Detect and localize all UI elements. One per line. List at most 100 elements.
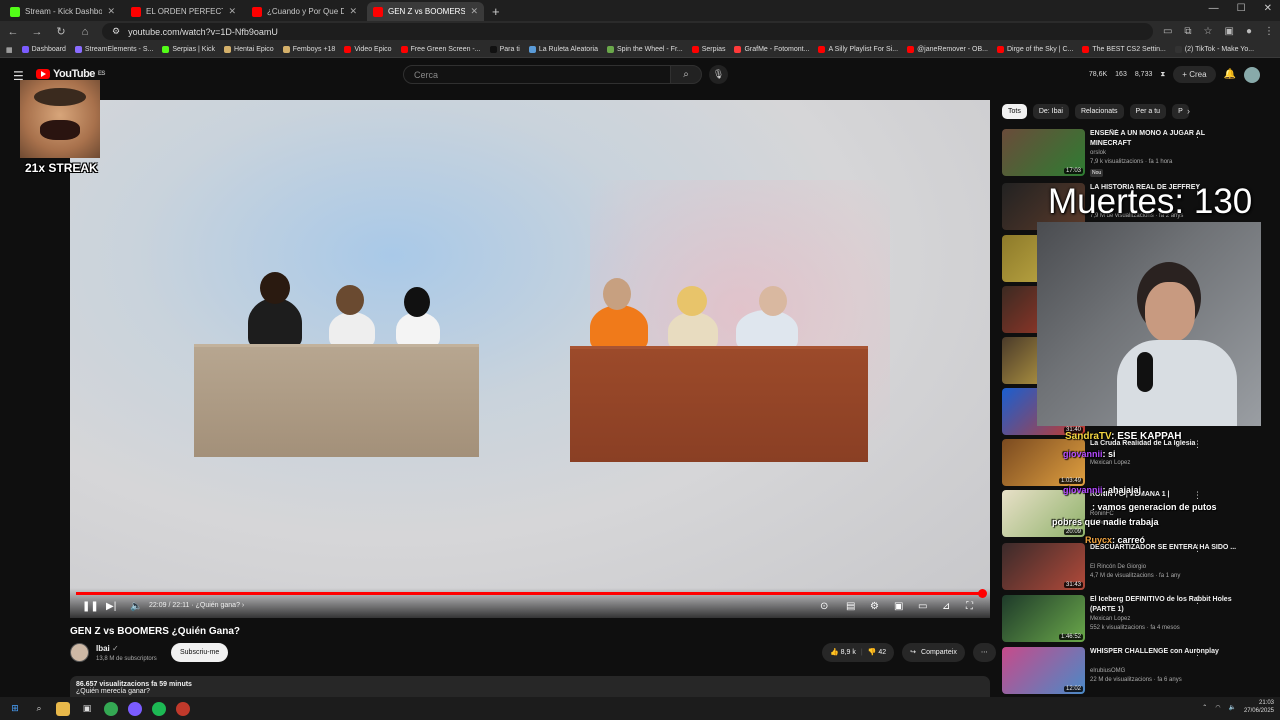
video-menu-icon[interactable]: ⋮ <box>1193 490 1202 501</box>
video-menu-icon[interactable]: ⋮ <box>1193 647 1202 658</box>
related-video-channel[interactable]: Mexican Lopez <box>1090 616 1130 622</box>
task-view-icon[interactable]: ▣ <box>80 702 94 716</box>
video-menu-icon[interactable]: ⋮ <box>1193 129 1202 140</box>
search-input[interactable]: Cerca <box>403 65 671 84</box>
back-icon[interactable]: ← <box>6 26 20 38</box>
bookmark-item[interactable]: Video Epico <box>344 46 392 53</box>
next-icon[interactable]: ▶| <box>106 601 116 612</box>
bookmark-item[interactable]: (2) TikTok - Make Yo... <box>1174 46 1254 53</box>
bookmark-item[interactable]: Hentai Epico <box>224 46 274 53</box>
subtitles-icon[interactable]: ▤ <box>846 601 855 612</box>
bookmark-item[interactable]: A Silly Playlist For Si... <box>818 46 898 53</box>
url-field[interactable]: ⚙ youtube.com/watch?v=1D-Nfb9oamU <box>102 23 1153 40</box>
file-explorer-icon[interactable] <box>56 701 70 716</box>
related-video-title[interactable]: ENSEÑÉ A UN MONO A JUGAR AL MINECRAFT <box>1090 129 1240 149</box>
discord-icon[interactable] <box>128 701 142 716</box>
tab-close-icon[interactable]: ✕ <box>470 6 478 17</box>
share-button[interactable]: ↪ Comparteix <box>902 643 965 662</box>
channel-avatar[interactable] <box>70 643 89 662</box>
volume-tray-icon[interactable]: 🔈 <box>1228 704 1235 711</box>
more-actions-button[interactable]: ⋯ <box>972 643 996 662</box>
notifications-icon[interactable]: 🔔 <box>1224 69 1236 80</box>
filter-chip[interactable]: Relacionats <box>1074 104 1124 119</box>
progress-scrubber[interactable] <box>978 589 988 598</box>
theater-mode-icon[interactable]: ▭ <box>918 601 927 612</box>
related-video-item[interactable]: 17:03 ENSEÑÉ A UN MONO A JUGAR AL MINECR… <box>1002 129 1262 177</box>
video-thumbnail[interactable]: 1:03:49 <box>1002 439 1085 486</box>
subscribe-button[interactable]: Subscriu-me <box>171 643 229 662</box>
browser-tab[interactable]: ¿Cuando y Por Que Decayeron ✕ <box>246 2 363 21</box>
wifi-icon[interactable]: ◠ <box>1215 704 1220 711</box>
fullscreen-icon[interactable]: ⛶ <box>966 601 973 612</box>
related-video-item[interactable]: 12:02 WHISPER CHALLENGE con Auronplay el… <box>1002 647 1262 695</box>
browser-menu-icon[interactable]: ⋮ <box>1264 26 1274 37</box>
search-button[interactable]: ⌕ <box>670 65 702 84</box>
bookmark-item[interactable]: Dirge of the Sky | C... <box>996 46 1073 53</box>
tab-close-icon[interactable]: ✕ <box>349 6 357 17</box>
pause-icon[interactable]: ❚❚ <box>82 601 99 612</box>
windows-start-icon[interactable]: ⊞ <box>8 702 22 716</box>
bookmark-item[interactable]: Femboys +18 <box>282 46 335 53</box>
profile-icon[interactable]: ● <box>1246 26 1252 37</box>
video-thumbnail[interactable]: 1:46:52 <box>1002 595 1085 642</box>
bookmark-item[interactable]: La Ruleta Aleatoria <box>528 46 598 53</box>
video-menu-icon[interactable]: ⋮ <box>1193 543 1202 554</box>
related-video-channel[interactable]: El Rincón De Giorgio <box>1090 564 1146 570</box>
progress-bar[interactable] <box>76 589 988 598</box>
minimize-icon[interactable]: — <box>1209 3 1219 14</box>
browser-tab[interactable]: Stream - Kick Dashboard ✕ <box>4 2 121 21</box>
related-video-channel[interactable]: orslok <box>1090 150 1106 156</box>
chrome-icon[interactable] <box>104 701 118 716</box>
forward-icon[interactable]: → <box>30 26 44 38</box>
bookmark-item[interactable]: StreamElements - S... <box>74 46 153 53</box>
dislike-button[interactable]: 👎 42 <box>868 643 886 662</box>
tab-close-icon[interactable]: ✕ <box>107 6 115 17</box>
bookmark-item[interactable]: The BEST CS2 Settin... <box>1082 46 1166 53</box>
channel-name[interactable]: Ibai <box>96 644 110 653</box>
video-thumbnail[interactable]: 31:43 <box>1002 543 1085 590</box>
create-button[interactable]: + Crea <box>1173 66 1216 83</box>
filter-chip[interactable]: De: Ibai <box>1032 104 1069 119</box>
taskbar-search-icon[interactable]: ⌕ <box>32 702 46 716</box>
cast-icon-player[interactable]: ⊿ <box>942 601 950 612</box>
video-menu-icon[interactable]: ⋮ <box>1193 595 1202 606</box>
maximize-icon[interactable]: ☐ <box>1237 3 1246 14</box>
bookmark-item[interactable]: Dashboard <box>21 46 66 53</box>
bookmark-item[interactable]: Spin the Wheel - Fr... <box>606 46 683 53</box>
related-video-item[interactable]: 1:46:52 El Iceberg DEFINITIVO de los Rab… <box>1002 595 1262 643</box>
account-avatar[interactable] <box>1244 66 1260 83</box>
like-button[interactable]: 👍 8,9 k <box>830 643 856 662</box>
related-video-channel[interactable]: Mexican Lopez <box>1090 460 1130 466</box>
browser-tab[interactable]: EL ORDEN PERFECTO PARA JU ✕ <box>125 2 242 21</box>
related-video-item[interactable]: 31:43 DESCUARTIZADOR SE ENTERA HA SIDO .… <box>1002 543 1262 591</box>
related-video-title[interactable]: WHISPER CHALLENGE con Auronplay <box>1090 647 1240 657</box>
bookmark-item[interactable]: Free Green Screen -... <box>400 46 481 53</box>
home-icon[interactable]: ⌂ <box>78 26 92 38</box>
video-thumbnail[interactable]: 20:09 <box>1002 490 1085 537</box>
youtube-logo[interactable]: YouTube ES <box>36 68 105 80</box>
reload-icon[interactable]: ↻ <box>54 25 68 38</box>
app-icon[interactable] <box>176 701 190 716</box>
settings-gear-icon[interactable]: ⚙ <box>870 601 879 612</box>
bookmark-item[interactable]: @janeRemover - OB... <box>907 46 988 53</box>
apps-icon[interactable]: ▦ <box>6 46 13 54</box>
volume-icon[interactable]: 🔈 <box>130 601 142 612</box>
channel-name-row[interactable]: Ibai ✓ <box>96 644 119 653</box>
chips-next-icon[interactable]: › <box>1187 106 1190 116</box>
spotify-icon[interactable] <box>152 701 166 716</box>
bookmark-item[interactable]: GrafMe - Fotomont... <box>734 46 809 53</box>
bookmark-item[interactable]: Serpias <box>691 46 725 53</box>
extensions-icon[interactable]: ▣ <box>1225 26 1234 37</box>
close-window-icon[interactable]: ✕ <box>1264 3 1272 14</box>
related-video-item[interactable]: 1:03:49 La Cruda Realidad de La Iglesia … <box>1002 439 1262 487</box>
bookmark-item[interactable]: Serpias | Kick <box>162 46 215 53</box>
tray-chevron-icon[interactable]: ⌃ <box>1202 704 1207 711</box>
bookmark-star-icon[interactable]: ☆ <box>1204 26 1213 37</box>
related-video-title[interactable]: El Iceberg DEFINITIVO de los Rabbit Hole… <box>1090 595 1240 615</box>
tab-close-icon[interactable]: ✕ <box>228 6 236 17</box>
video-player[interactable] <box>70 100 990 618</box>
miniplayer-icon[interactable]: ▣ <box>894 601 903 612</box>
site-info-icon[interactable]: ⚙ <box>112 26 120 37</box>
video-menu-icon[interactable]: ⋮ <box>1193 439 1202 450</box>
translate-icon[interactable]: ⧉ <box>1184 26 1191 37</box>
